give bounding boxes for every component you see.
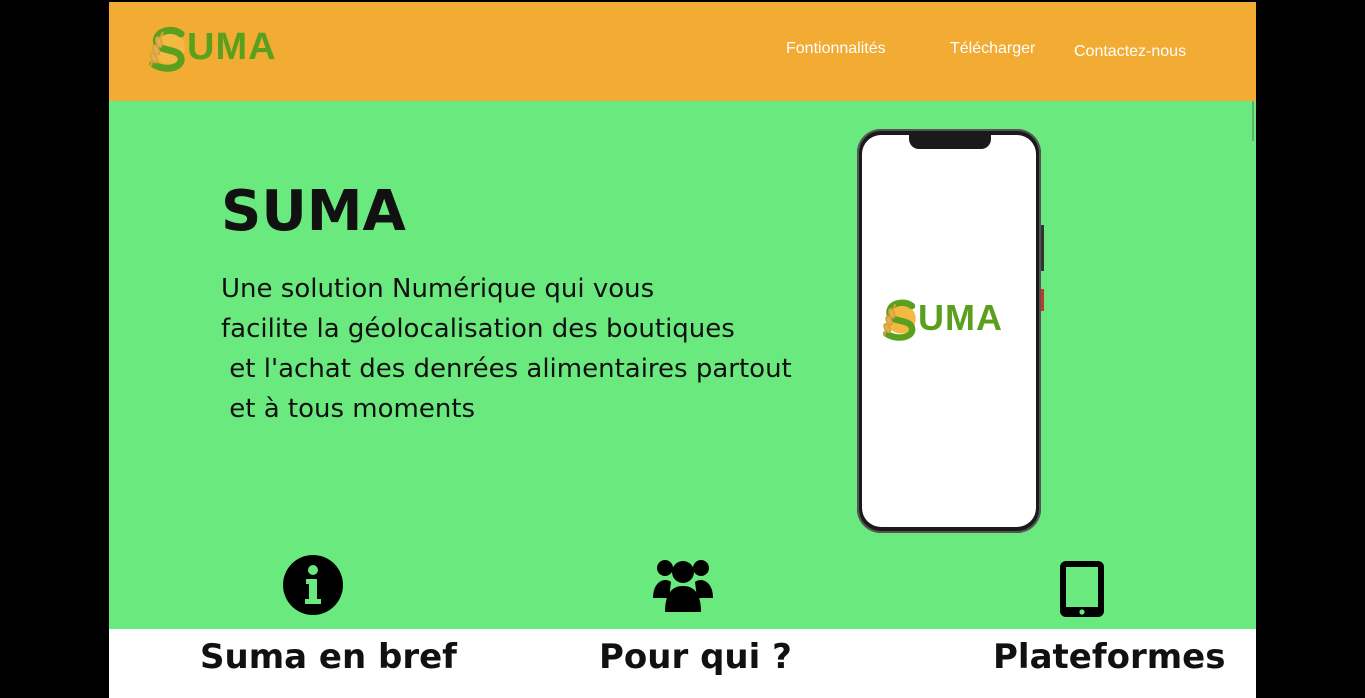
brand-logo[interactable]: UMA: [145, 22, 277, 72]
tablet-icon[interactable]: [1058, 559, 1106, 619]
feature-label-plateformes[interactable]: Plateformes: [993, 637, 1225, 677]
hero-section: SUMA Une solution Numérique qui vous fac…: [109, 101, 1256, 629]
feature-label-suma-en-bref[interactable]: Suma en bref: [200, 637, 457, 677]
feature-label-pour-qui[interactable]: Pour qui ?: [599, 637, 792, 677]
page: UMA Fontionnalités Télécharger Contactez…: [109, 2, 1256, 698]
nav-link-fonctionnalites[interactable]: Fontionnalités: [786, 40, 886, 58]
phone-notch: [909, 135, 991, 149]
phone-volume-button: [1041, 225, 1044, 271]
wheat-sun-s-icon: [149, 26, 185, 72]
navbar: UMA Fontionnalités Télécharger Contactez…: [109, 2, 1256, 101]
nav-link-contactez-nous[interactable]: Contactez-nous: [1074, 43, 1186, 61]
brand-logo-text: UMA: [187, 25, 277, 68]
users-icon[interactable]: [651, 554, 715, 614]
phone-screen: UMA: [862, 135, 1036, 527]
scrollbar-thumb[interactable]: [1252, 101, 1254, 141]
hero-description: Une solution Numérique qui vous facilite…: [221, 274, 792, 424]
phone-logo-text: UMA: [918, 297, 1003, 338]
hero-title: SUMA: [221, 179, 406, 244]
info-circle-icon[interactable]: [282, 554, 344, 616]
phone-power-button: [1041, 289, 1044, 311]
features-bar: Suma en bref Pour qui ? Plateformes: [109, 629, 1256, 698]
nav-link-telecharger[interactable]: Télécharger: [950, 40, 1035, 58]
phone-screen-logo: UMA: [876, 295, 1003, 341]
phone-mockup: UMA: [857, 129, 1044, 533]
